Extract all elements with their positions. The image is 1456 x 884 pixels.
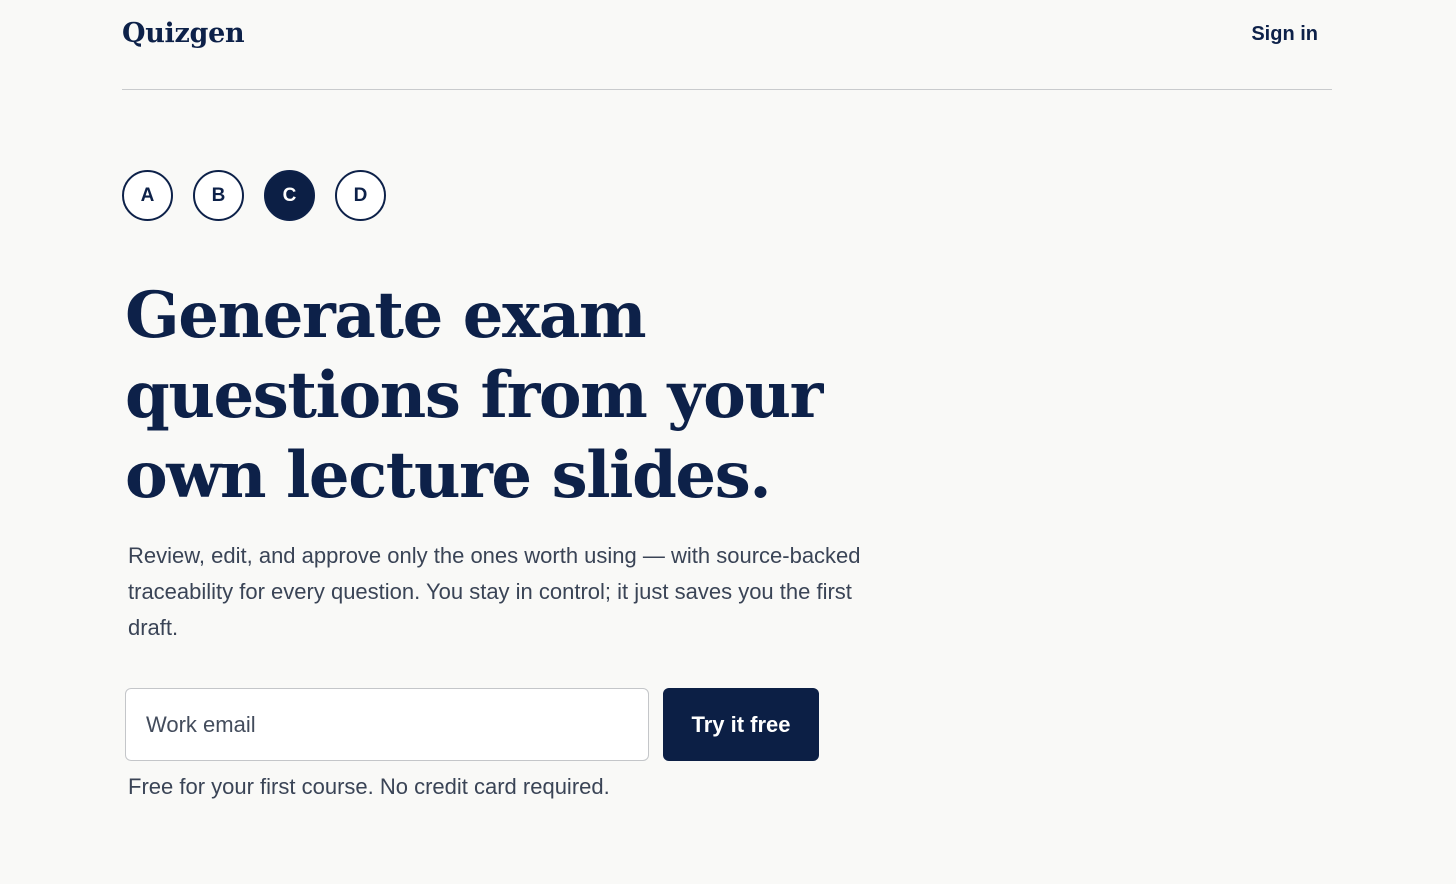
sign-in-link[interactable]: Sign in xyxy=(1251,23,1318,46)
work-email-input[interactable] xyxy=(125,688,649,761)
option-d[interactable]: D xyxy=(335,170,386,221)
hero-subtext: Review, edit, and approve only the ones … xyxy=(128,543,861,640)
try-it-free-button[interactable]: Try it free xyxy=(663,688,819,761)
headline-line: own lecture slides. xyxy=(125,438,772,513)
option-b[interactable]: B xyxy=(193,170,244,221)
option-a[interactable]: A xyxy=(122,170,173,221)
headline-line: Generate exam xyxy=(125,278,647,353)
option-c-selected[interactable]: C xyxy=(264,170,315,221)
site-header: Quizgen Sign in xyxy=(122,0,1332,90)
headline-line: questions from your xyxy=(125,358,823,433)
logo[interactable]: Quizgen xyxy=(122,18,245,49)
hero-headline: Generate exam questions from your own le… xyxy=(125,276,885,516)
signup-note: Free for your first course. No credit ca… xyxy=(128,774,610,799)
answer-options: A B C D xyxy=(122,170,386,221)
